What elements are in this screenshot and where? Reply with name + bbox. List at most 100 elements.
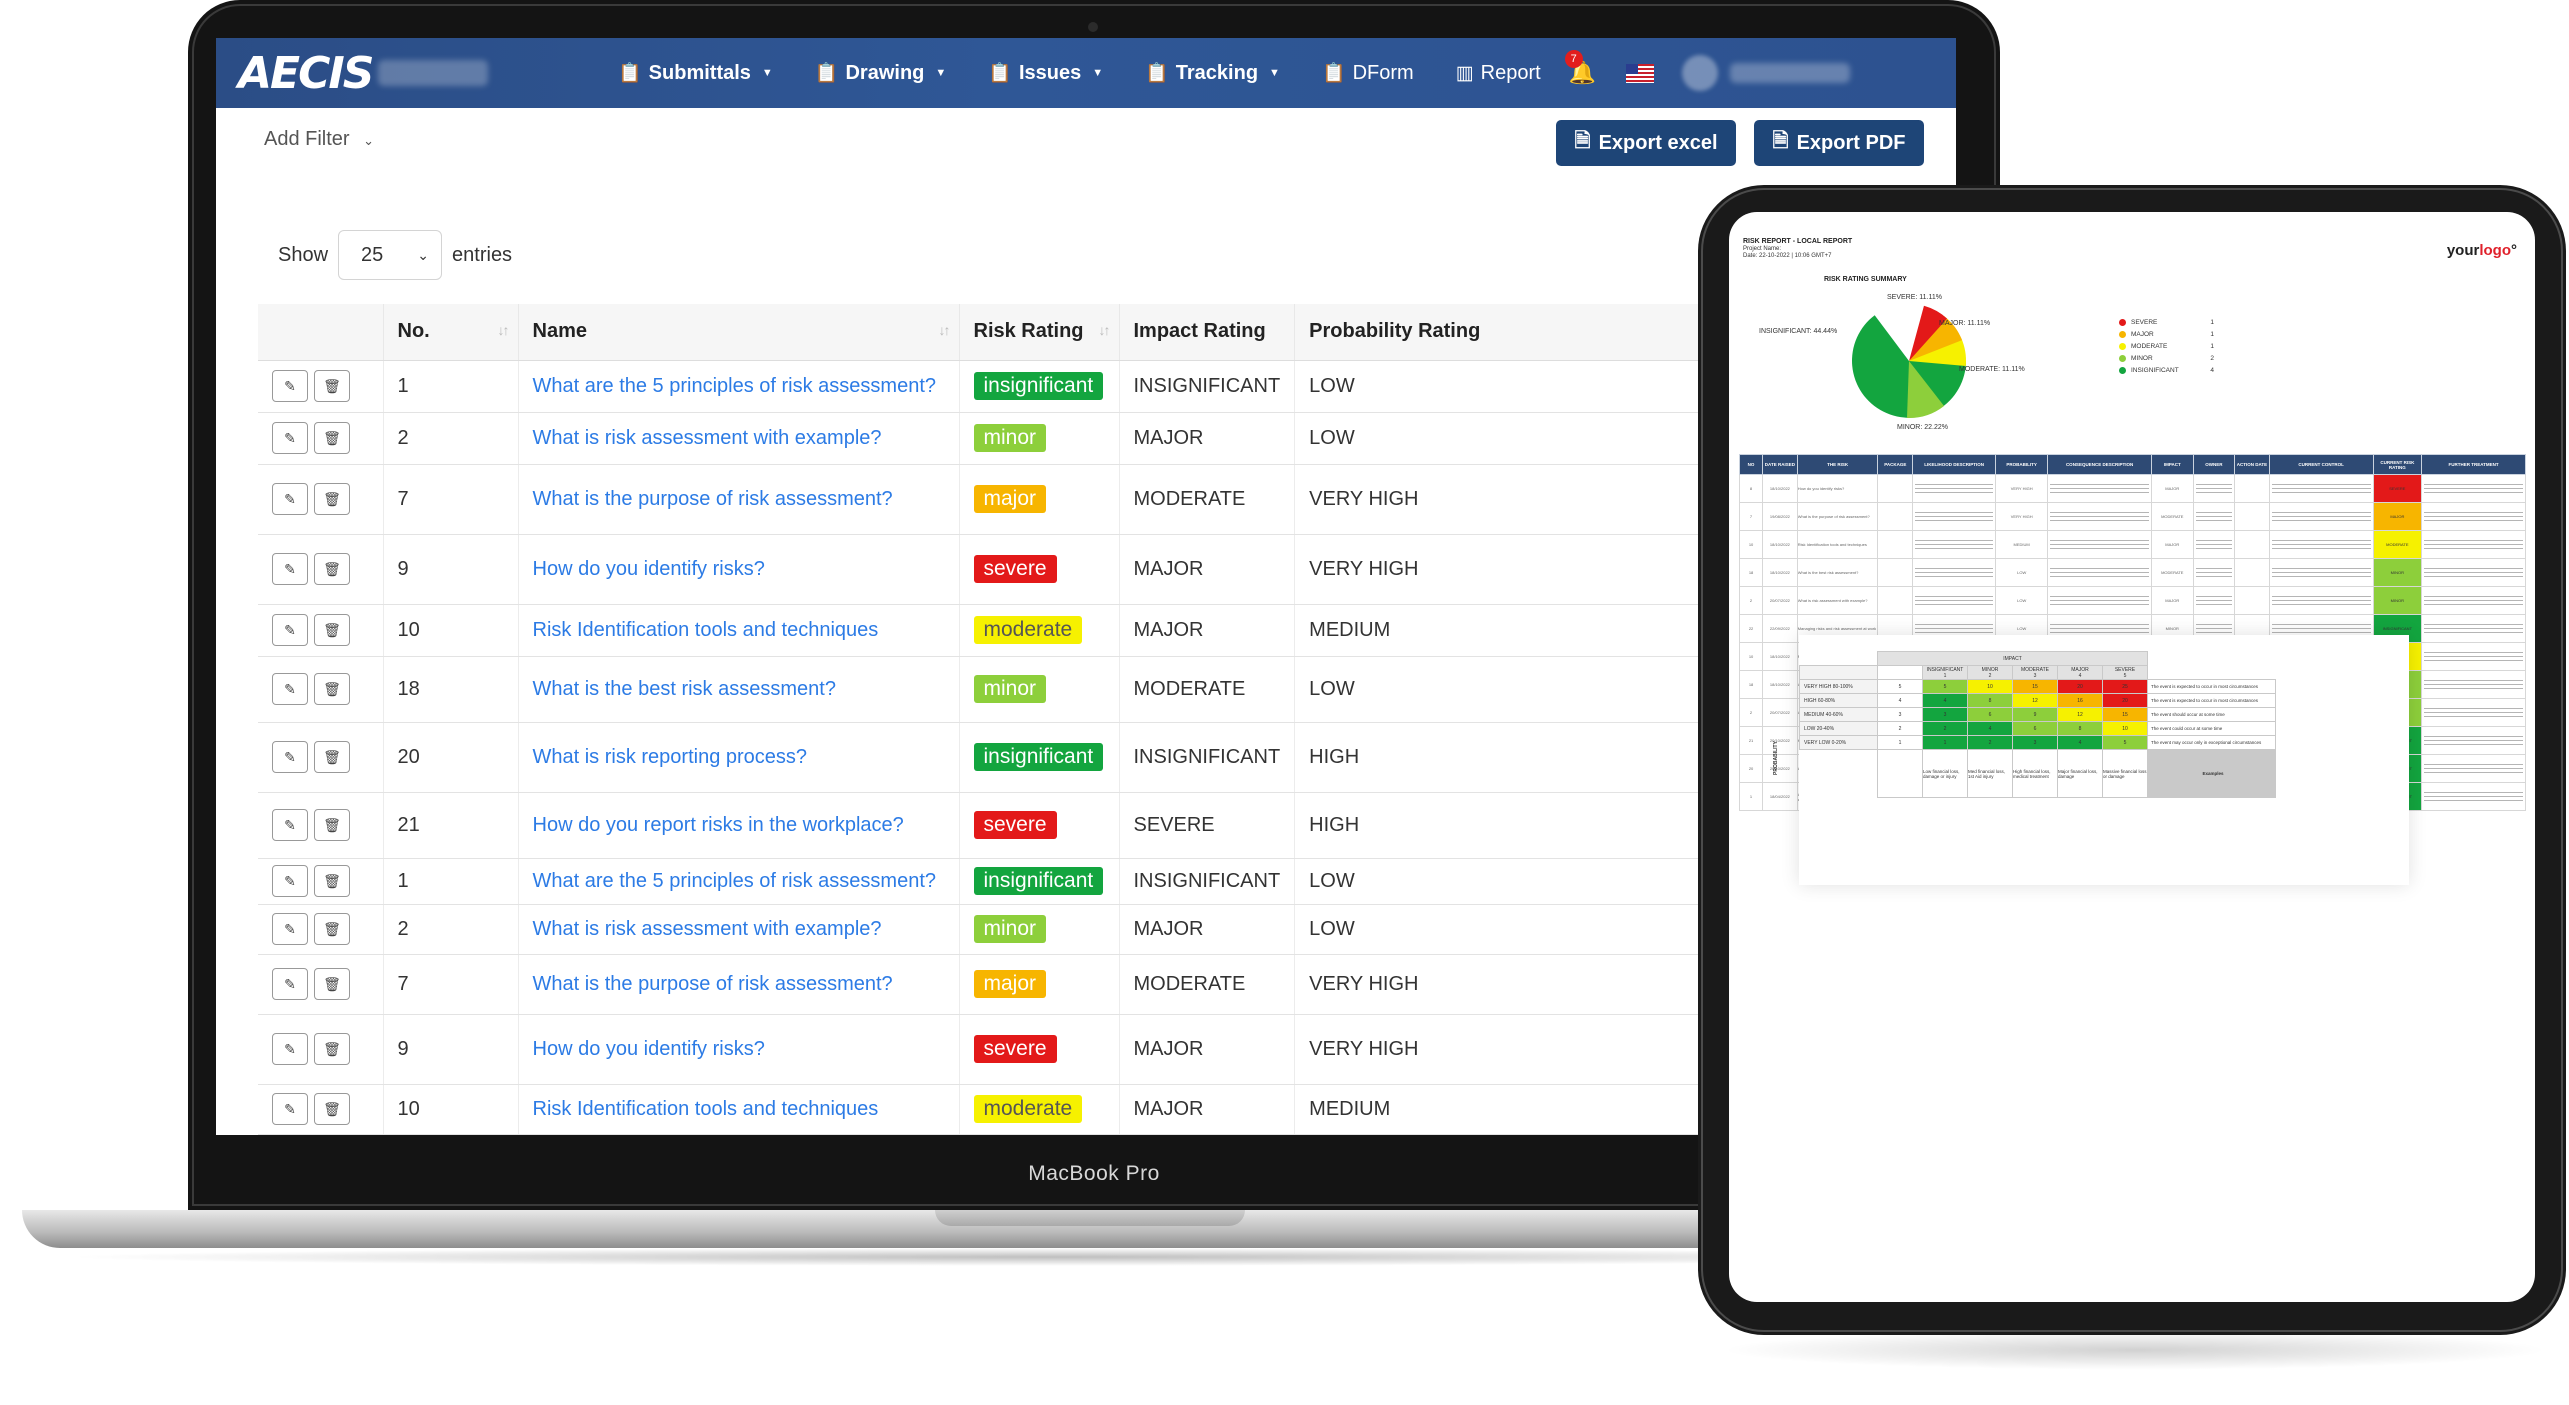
sort-icon[interactable]: ↓↑ [1099, 322, 1111, 338]
report-date: Date: 22-10-2022 | 10:06 GMT+7 [1743, 253, 1832, 259]
risk-name-link[interactable]: Risk Identification tools and techniques [533, 619, 879, 641]
risk-name-link[interactable]: What is the purpose of risk assessment? [533, 488, 893, 510]
edit-pencil-icon[interactable]: ✎ [272, 422, 308, 454]
matrix-corner [1800, 652, 1878, 666]
edit-pencil-icon[interactable]: ✎ [272, 673, 308, 705]
risk-name-link[interactable]: What is the purpose of risk assessment? [533, 973, 893, 995]
risk-name-link[interactable]: How do you identify risks? [533, 558, 765, 580]
notification-count-badge: 7 [1564, 50, 1583, 68]
edit-pencil-icon[interactable]: ✎ [272, 553, 308, 585]
text-line-placeholder [2424, 544, 2523, 545]
delete-trash-icon[interactable]: 🗑 [314, 614, 350, 646]
nav-item-drawing[interactable]: 📋 Drawing ▼ [815, 61, 946, 85]
column-header-risk-rating[interactable]: Risk Rating ↓↑ [959, 304, 1120, 361]
nav-item-dform[interactable]: 📋 DForm [1322, 61, 1414, 85]
risk-name-link[interactable]: What is risk assessment with example? [533, 918, 882, 940]
edit-pencil-icon[interactable]: ✎ [272, 483, 308, 515]
delete-trash-icon[interactable]: 🗑 [314, 1093, 350, 1125]
risk-rating-cell: severe [959, 792, 1120, 859]
add-filter-dropdown[interactable]: Add Filter ⌄ [264, 128, 374, 151]
delete-trash-icon[interactable]: 🗑 [314, 422, 350, 454]
delete-trash-icon[interactable]: 🗑 [314, 483, 350, 515]
text-line-placeholder [2050, 520, 2150, 521]
risk-rating-badge: severe [973, 555, 1057, 583]
delete-trash-icon[interactable]: 🗑 [314, 968, 350, 1000]
risk-name-link[interactable]: What are the 5 principles of risk assess… [533, 375, 937, 397]
report-cell: How do you identify risks? [1796, 474, 1879, 503]
app-logo[interactable]: AECIS [238, 48, 374, 99]
entries-select[interactable]: 25 ⌄ [338, 230, 443, 280]
text-line-placeholder [2050, 604, 2150, 605]
risk-name-link[interactable]: How do you identify risks? [533, 1038, 765, 1060]
edit-pencil-icon[interactable]: ✎ [272, 741, 308, 773]
report-cell [2047, 558, 2153, 587]
edit-pencil-icon[interactable]: ✎ [272, 1033, 308, 1065]
risk-name-link[interactable]: What is risk reporting process? [533, 746, 808, 768]
column-header-impact-rating[interactable]: Impact Rating [1119, 304, 1296, 361]
column-header-name[interactable]: Name ↓↑ [518, 304, 960, 361]
text-line-placeholder [2271, 604, 2371, 605]
row-name-cell: What is risk assessment with example? [518, 904, 960, 955]
text-line-placeholder [2424, 488, 2523, 489]
delete-trash-icon[interactable]: 🗑 [314, 809, 350, 841]
risk-name-link[interactable]: Risk Identification tools and techniques [533, 1098, 879, 1120]
delete-trash-icon[interactable]: 🗑 [314, 913, 350, 945]
impact-rating-cell: MAJOR [1119, 1084, 1296, 1135]
text-line-placeholder [2424, 540, 2523, 541]
row-number: 1 [383, 858, 519, 905]
column-header-no[interactable]: No. ↓↑ [383, 304, 519, 361]
risk-rating-cell: insignificant [959, 858, 1120, 905]
user-avatar[interactable] [1682, 55, 1719, 91]
sort-icon[interactable]: ↓↑ [498, 322, 510, 338]
export-pdf-button[interactable]: 🗎 Export PDF [1754, 120, 1924, 166]
matrix-cell: 6 [2012, 721, 2058, 736]
export-excel-button[interactable]: 🗎 Export excel [1556, 120, 1736, 166]
risk-name-link[interactable]: What is the best risk assessment? [533, 678, 836, 700]
report-cell: MODERATE [2151, 558, 2194, 587]
delete-trash-icon[interactable]: 🗑 [314, 1033, 350, 1065]
delete-trash-icon[interactable]: 🗑 [314, 865, 350, 897]
text-line-placeholder [2271, 488, 2371, 489]
edit-pencil-icon[interactable]: ✎ [272, 865, 308, 897]
delete-trash-icon[interactable]: 🗑 [314, 370, 350, 402]
risk-name-link[interactable]: How do you report risks in the workplace… [533, 814, 904, 836]
delete-trash-icon[interactable]: 🗑 [314, 741, 350, 773]
matrix-row: VERY LOW 0-20% 1 1 2 3 4 5 The event may occur … [1799, 735, 2276, 750]
impact-rating-cell: MAJOR [1119, 412, 1296, 465]
matrix-cell: 3 [1922, 707, 1968, 722]
delete-trash-icon[interactable]: 🗑 [314, 553, 350, 585]
risk-name-link[interactable]: What is risk assessment with example? [533, 427, 882, 449]
edit-pencil-icon[interactable]: ✎ [272, 809, 308, 841]
text-line-placeholder [2424, 684, 2523, 685]
sort-icon[interactable]: ↓↑ [939, 322, 951, 338]
row-actions: ✎🗑 [258, 722, 384, 793]
text-line-placeholder [2424, 520, 2523, 521]
matrix-cell: 12 [2012, 693, 2058, 708]
nav-item-tracking[interactable]: 📋 Tracking ▼ [1145, 61, 1280, 85]
nav-item-submittals[interactable]: 📋 Submittals ▼ [618, 61, 773, 85]
notification-bell-icon[interactable]: 🔔 7 [1564, 50, 1596, 86]
us-flag-icon[interactable] [1626, 63, 1655, 83]
report-cell: 19/08/2022 [1762, 502, 1798, 531]
text-line-placeholder [2050, 632, 2150, 633]
report-cell: VERY HIGH [1995, 474, 2049, 503]
row-number: 2 [383, 412, 519, 465]
edit-pencil-icon[interactable]: ✎ [272, 1093, 308, 1125]
report-column-header: LIKELIHOOD DESCRIPTION [1912, 454, 1997, 475]
edit-pencil-icon[interactable]: ✎ [272, 370, 308, 402]
matrix-cell: 4 [1922, 693, 1968, 708]
delete-trash-icon[interactable]: 🗑 [314, 673, 350, 705]
report-cell [2047, 502, 2153, 531]
user-name-blurred[interactable] [1730, 63, 1851, 83]
nav-item-report[interactable]: ▥ Report [1456, 62, 1541, 85]
row-number: 18 [383, 656, 519, 723]
report-column-header: CURRENT RISK RATING [2372, 454, 2423, 475]
clipboard-icon: 📋 [1145, 63, 1169, 84]
matrix-cell: 20 [2102, 693, 2148, 708]
risk-name-link[interactable]: What are the 5 principles of risk assess… [533, 870, 937, 892]
edit-pencil-icon[interactable]: ✎ [272, 913, 308, 945]
nav-item-issues[interactable]: 📋 Issues ▼ [988, 61, 1103, 85]
edit-pencil-icon[interactable]: ✎ [272, 968, 308, 1000]
row-actions: ✎🗑 [258, 1084, 384, 1135]
edit-pencil-icon[interactable]: ✎ [272, 614, 308, 646]
